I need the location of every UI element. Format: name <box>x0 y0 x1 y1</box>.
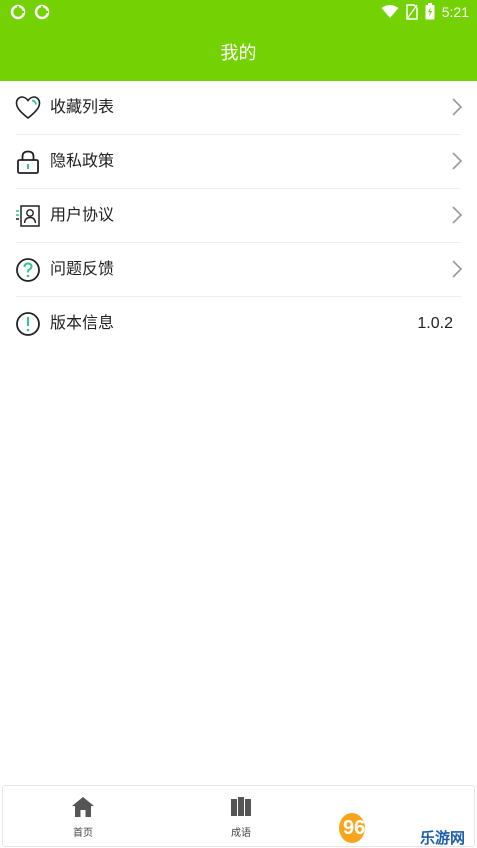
page-title: 我的 <box>220 43 257 63</box>
question-icon <box>16 258 40 282</box>
menu-item-privacy[interactable]: 隐私政策 <box>0 135 477 189</box>
watermark-subtext: 乐游网 <box>420 829 465 846</box>
heart-icon <box>15 96 41 120</box>
books-icon <box>231 797 251 816</box>
home-icon <box>72 797 94 817</box>
menu-item-label: 版本信息 <box>50 315 115 332</box>
watermark-logo: 962.NET 乐游网 <box>339 813 465 846</box>
chevron-right-icon <box>452 260 463 278</box>
wifi-icon <box>381 4 399 18</box>
menu-item-label: 用户协议 <box>50 207 115 224</box>
menu-item-label: 隐私政策 <box>50 153 115 170</box>
tab-home[interactable]: 首页 <box>3 786 163 846</box>
app-header: 5:21 我的 <box>0 0 477 81</box>
notification-icon <box>10 4 26 20</box>
lock-icon <box>17 150 39 174</box>
menu-item-user-agreement[interactable]: 用户协议 <box>0 189 477 243</box>
menu-item-version[interactable]: 版本信息 1.0.2 <box>0 297 477 351</box>
info-icon <box>16 312 40 336</box>
notification-icon <box>34 4 50 20</box>
tab-label: 首页 <box>73 828 93 839</box>
chevron-right-icon <box>452 98 463 116</box>
version-value: 1.0.2 <box>417 315 453 332</box>
menu-item-label: 收藏列表 <box>50 99 115 116</box>
status-bar: 5:21 <box>0 0 477 26</box>
tab-label: 成语 <box>231 828 251 839</box>
watermark-text: 962.NET <box>343 817 422 839</box>
chevron-right-icon <box>452 152 463 170</box>
menu-item-favorites[interactable]: 收藏列表 <box>0 81 477 135</box>
user-card-icon <box>16 205 40 227</box>
chevron-right-icon <box>452 206 463 224</box>
battery-icon <box>425 3 435 20</box>
no-sim-icon <box>406 3 418 20</box>
settings-menu: 收藏列表 隐私政策 用户协议 问题反馈 版本信息 1.0.2 <box>0 81 477 351</box>
status-time: 5:21 <box>441 3 469 20</box>
menu-item-label: 问题反馈 <box>50 261 115 278</box>
tab-idioms[interactable]: 成语 <box>161 786 321 846</box>
menu-item-feedback[interactable]: 问题反馈 <box>0 243 477 297</box>
